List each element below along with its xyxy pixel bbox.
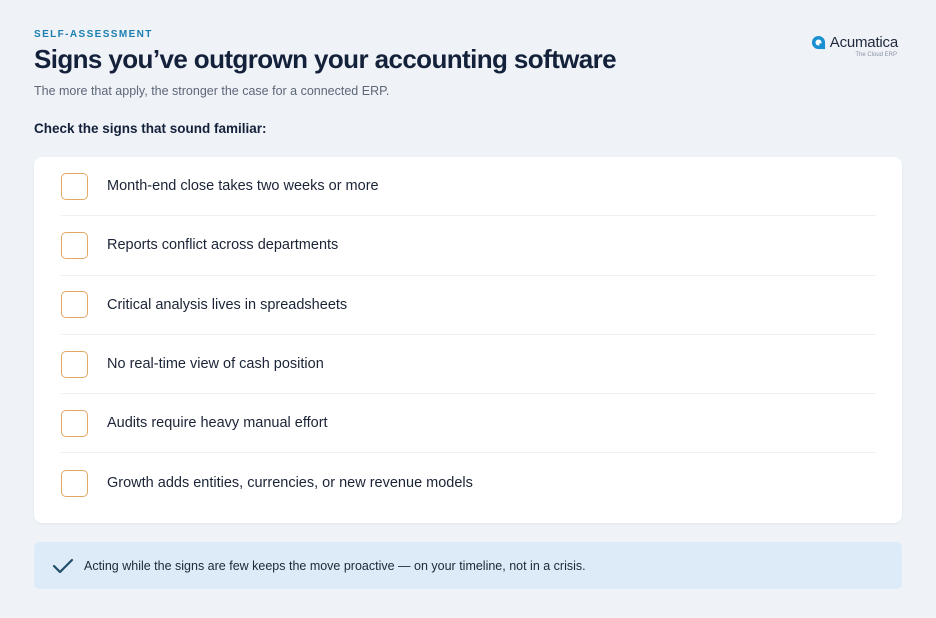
checkmark-icon [52, 558, 74, 573]
checkbox[interactable] [61, 172, 88, 200]
checklist-item[interactable]: Month-end close takes two weeks or more [61, 157, 876, 217]
checkbox[interactable] [61, 291, 88, 319]
acumatica-logo-mark-icon [811, 35, 825, 50]
checklist-item-label: No real-time view of cash position [107, 356, 324, 373]
logo-tagline: The Cloud ERP [855, 52, 897, 58]
checkbox[interactable] [61, 350, 88, 378]
page-subtitle: The more that apply, the stronger the ca… [34, 84, 390, 98]
checklist-item-label: Month-end close takes two weeks or more [107, 178, 379, 195]
callout-banner: Acting while the signs are few keeps the… [34, 542, 902, 589]
eyebrow-label: SELF-ASSESSMENT [34, 29, 153, 40]
checklist-item-label: Audits require heavy manual effort [107, 415, 328, 432]
checklist-item[interactable]: Growth adds entities, currencies, or new… [61, 453, 876, 512]
checklist-card: Month-end close takes two weeks or more … [34, 157, 902, 523]
logo-name: Acumatica [829, 34, 898, 51]
checklist-item[interactable]: Critical analysis lives in spreadsheets [61, 276, 876, 335]
checklist-item[interactable]: Reports conflict across departments [61, 216, 876, 276]
checklist-item-label: Growth adds entities, currencies, or new… [107, 475, 473, 492]
checkbox[interactable] [61, 231, 88, 259]
checkbox[interactable] [61, 409, 88, 437]
logo-row: Acumatica [811, 34, 898, 51]
checklist-item[interactable]: No real-time view of cash position [61, 335, 876, 395]
acumatica-logo: Acumatica The Cloud ERP [811, 34, 898, 58]
page-title: Signs you’ve outgrown your accounting so… [34, 44, 617, 74]
checklist-item[interactable]: Audits require heavy manual effort [61, 394, 876, 454]
checklist-prompt: Check the signs that sound familiar: [34, 121, 267, 136]
checklist-item-label: Critical analysis lives in spreadsheets [107, 296, 348, 313]
checkbox[interactable] [61, 469, 88, 497]
callout-text: Acting while the signs are few keeps the… [84, 558, 586, 573]
checklist-item-label: Reports conflict across departments [107, 237, 339, 254]
